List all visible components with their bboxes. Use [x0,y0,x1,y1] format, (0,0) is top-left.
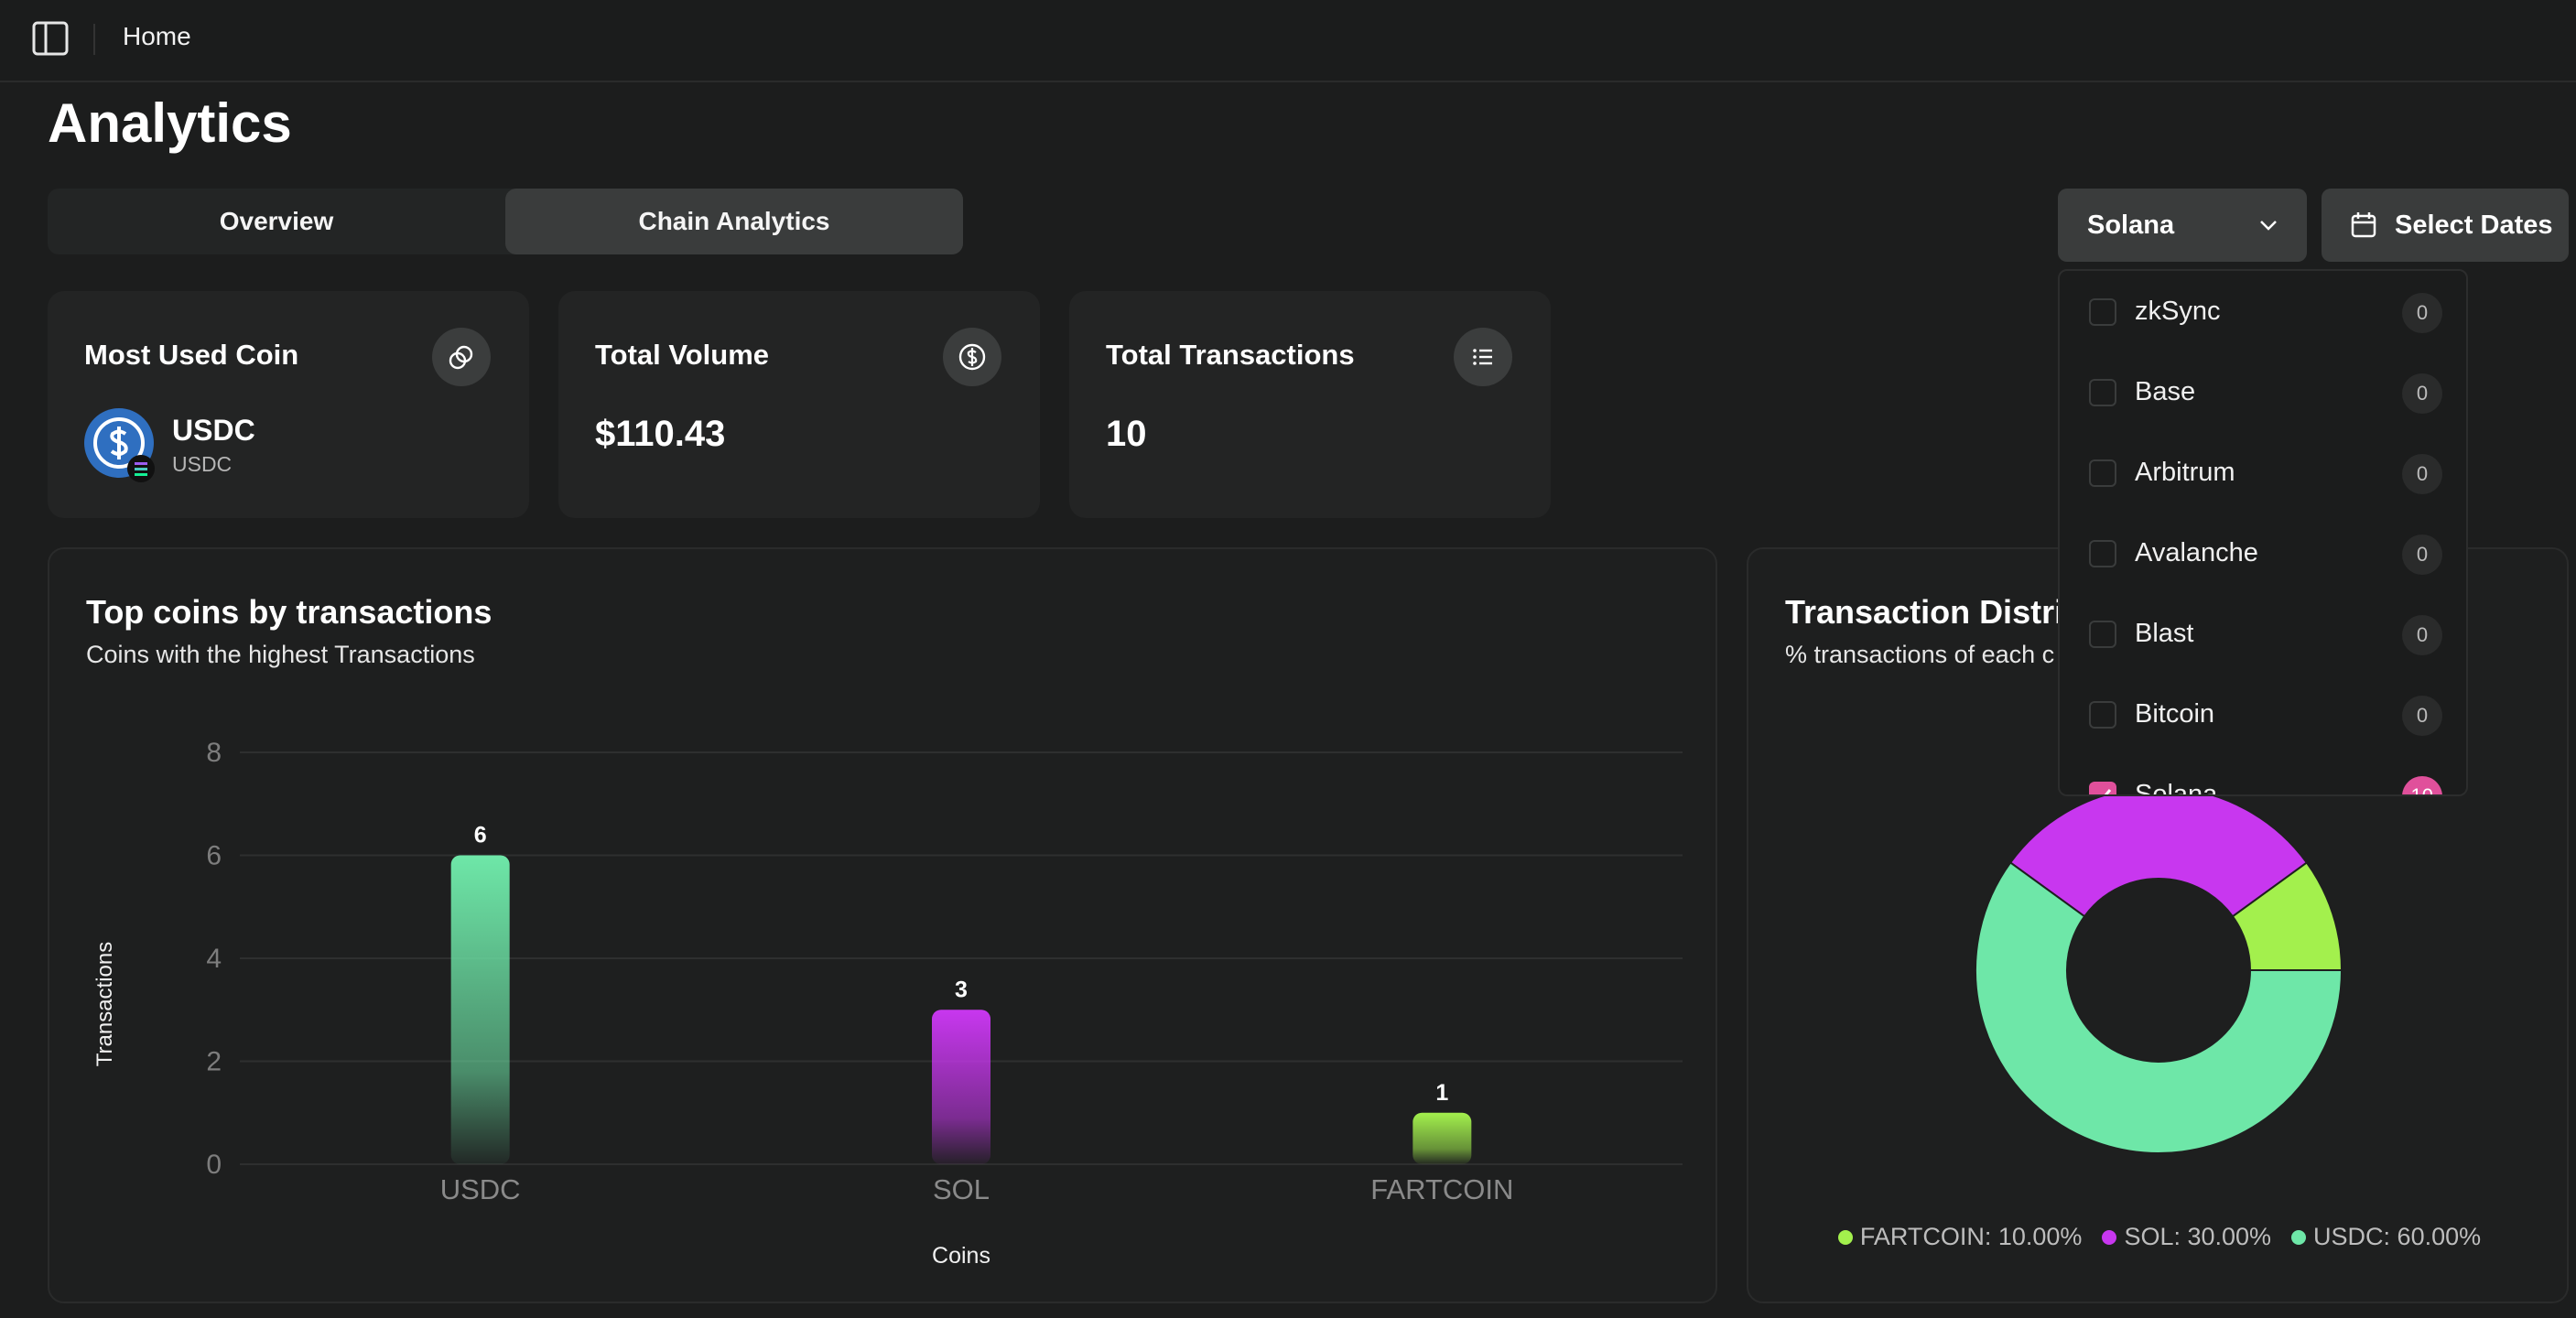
chain-count-badge: 0 [2402,293,2442,333]
chain-dropdown: zkSync 0 Base 0 Arbitrum 0 Avalanche 0 Blast 0 Bit… [2058,269,2468,796]
most-used-coin-symbol: USDC [172,452,233,476]
select-dates-button[interactable]: Select Dates [2322,189,2569,262]
card-title: Total Volume [595,339,770,371]
card-total-volume: Total Volume $110.43 [558,291,1040,518]
bar [450,855,510,1164]
y-tick-label: 6 [206,841,222,871]
chain-count-badge: 0 [2402,696,2442,736]
bar-chart-title: Top coins by transactions [86,593,492,631]
chain-option-avalanche[interactable]: Avalanche 0 [2060,513,2466,593]
x-tick-label: USDC [440,1173,521,1205]
select-dates-label: Select Dates [2395,210,2553,240]
chain-option-label: Solana [2135,780,2218,796]
legend-swatch [1837,1229,1853,1245]
usdc-logo-icon [84,408,155,482]
card-total-transactions: Total Transactions 10 [1069,291,1551,518]
bar [1412,1112,1472,1164]
page-title: Analytics [48,92,292,154]
legend-item: SOL: 30.00% [2102,1223,2271,1251]
check-icon [2096,789,2112,794]
chain-count-badge: 10 [2401,776,2442,794]
chain-option-base[interactable]: Base 0 [2060,351,2466,432]
y-tick-label: 8 [206,738,222,768]
bar-data-label: 6 [474,823,487,848]
dollar-circle-icon [943,328,1001,386]
y-axis-label: Transactions [92,942,117,1067]
chain-select-value: Solana [2087,210,2175,240]
chain-option-zksync[interactable]: zkSync 0 [2060,271,2466,351]
chevron-down-icon [2260,221,2277,231]
most-used-coin-name: USDC [172,414,255,447]
tab-overview[interactable]: Overview [48,189,505,254]
chain-option-label: zkSync [2135,297,2221,326]
pie-chart-subtitle: % transactions of each c [1785,641,2055,668]
topbar-divider [93,24,95,55]
chain-option-bitcoin[interactable]: Bitcoin 0 [2060,674,2466,754]
coins-icon [432,328,491,386]
chain-checkbox[interactable] [2089,379,2116,406]
legend-label: FARTCOIN: 10.00% [1859,1223,2083,1250]
calendar-icon [2351,212,2376,238]
chain-checkbox[interactable] [2089,540,2116,567]
card-most-used-coin: Most Used Coin USDC USDC [48,291,529,518]
chain-count-badge: 0 [2402,615,2442,655]
chain-checkbox[interactable] [2089,621,2116,648]
chain-select[interactable]: Solana [2058,189,2307,262]
top-coins-panel: 0 2 4 6 8 6 USDC 3 SOL 1 FARTCOIN Coins Transactions… [48,547,1717,1303]
list-icon [1454,328,1512,386]
total-volume-value: $110.43 [595,414,726,454]
chain-count-badge: 0 [2402,454,2442,494]
chain-checkbox[interactable] [2089,782,2116,794]
breadcrumb-home[interactable]: Home [123,22,191,51]
card-title: Total Transactions [1106,339,1355,371]
app-root: Home Analytics Overview Chain Analytics … [0,0,2576,1318]
chain-option-blast[interactable]: Blast 0 [2060,593,2466,674]
chain-option-label: Arbitrum [2135,458,2235,487]
top-bar: Home [0,0,2576,82]
legend-swatch [2291,1229,2307,1245]
chain-option-solana[interactable]: Solana 10 [2060,754,2466,796]
y-tick-label: 4 [206,944,222,974]
tab-chain-analytics[interactable]: Chain Analytics [505,189,963,254]
legend-swatch [2102,1229,2117,1245]
chain-option-label: Base [2135,377,2196,406]
bar [932,1010,990,1164]
pie-legend: FARTCOIN: 10.00% SOL: 30.00% USDC: 60.00% [1748,1223,2571,1251]
x-axis-label: Coins [932,1243,990,1269]
y-tick-label: 0 [206,1150,222,1180]
sidebar-toggle-icon[interactable] [31,20,70,57]
chain-count-badge: 0 [2402,373,2442,414]
bar-data-label: 1 [1435,1080,1448,1106]
chain-checkbox[interactable] [2089,459,2116,487]
x-tick-label: SOL [933,1173,990,1205]
legend-item: FARTCOIN: 10.00% [1837,1223,2083,1251]
bar-data-label: 3 [955,977,968,1002]
total-transactions-value: 10 [1106,414,1147,454]
chain-checkbox[interactable] [2089,701,2116,729]
pie-chart-title: Transaction Distrib [1785,593,2084,631]
y-tick-label: 2 [206,1047,222,1077]
bar-chart-subtitle: Coins with the highest Transactions [86,641,475,668]
card-title: Most Used Coin [84,339,299,371]
x-tick-label: FARTCOIN [1370,1173,1513,1205]
analytics-tabs: Overview Chain Analytics [48,189,963,254]
legend-label: USDC: 60.00% [2313,1223,2482,1250]
chain-option-arbitrum[interactable]: Arbitrum 0 [2060,432,2466,513]
chain-option-label: Blast [2135,619,2194,648]
chain-option-label: Avalanche [2135,538,2258,567]
chain-count-badge: 0 [2402,535,2442,575]
legend-label: SOL: 30.00% [2124,1223,2272,1250]
chain-checkbox[interactable] [2089,298,2116,326]
legend-item: USDC: 60.00% [2291,1223,2481,1251]
chain-option-label: Bitcoin [2135,699,2215,729]
